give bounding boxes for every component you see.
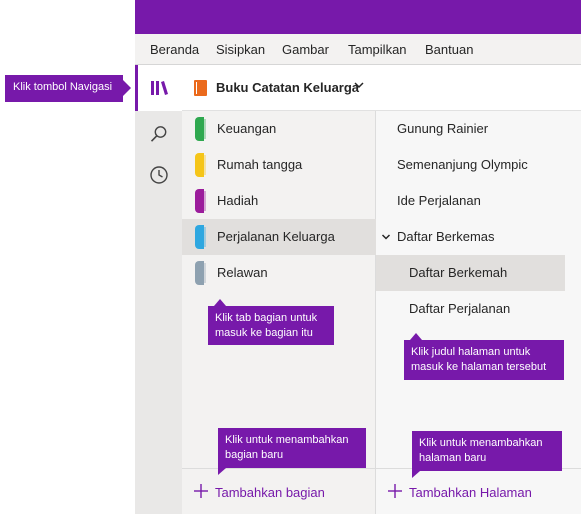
section-color-tab — [195, 117, 206, 141]
search-button[interactable] — [135, 111, 182, 157]
callout-text: Klik tab bagian untuk masuk ke bagian it… — [215, 312, 318, 339]
page-item-group[interactable]: Daftar Berkemas — [376, 219, 565, 255]
plus-icon — [388, 484, 402, 498]
callout-text: Klik judul halaman untuk masuk ke halama… — [411, 346, 547, 373]
section-color-tab — [195, 261, 206, 285]
section-label: Perjalanan Keluarga — [217, 229, 335, 244]
page-label: Semenanjung Olympic — [397, 157, 528, 172]
recent-button[interactable] — [135, 152, 182, 198]
page-item[interactable]: Semenanjung Olympic — [376, 147, 565, 183]
menu-view[interactable]: Tampilkan — [348, 42, 407, 57]
plus-icon — [194, 484, 208, 498]
page-label: Gunung Rainier — [397, 121, 489, 136]
callout-text: Klik untuk menambahkan bagian baru — [225, 434, 349, 461]
page-label: Ide Perjalanan — [397, 193, 481, 208]
page-label: Daftar Berkemah — [409, 265, 508, 280]
page-item[interactable]: Gunung Rainier — [376, 111, 565, 147]
callout-section-tab: Klik tab bagian untuk masuk ke bagian it… — [208, 299, 334, 345]
menu-home[interactable]: Beranda — [150, 42, 199, 57]
section-tab-selected[interactable]: Perjalanan Keluarga — [182, 219, 376, 255]
menu-help[interactable]: Bantuan — [425, 42, 473, 57]
section-tab[interactable]: Relawan — [182, 255, 376, 291]
page-label: Daftar Berkemas — [397, 229, 495, 244]
chevron-down-icon[interactable] — [381, 232, 391, 242]
callout-arrow — [218, 468, 226, 475]
section-color-tab — [195, 153, 206, 177]
ribbon-menu: Beranda Sisipkan Gambar Tampilkan Bantua… — [135, 34, 581, 65]
add-page-label: Tambahkan Halaman — [409, 485, 532, 500]
search-icon — [150, 126, 166, 142]
section-label: Relawan — [217, 265, 268, 280]
title-bar — [135, 0, 581, 34]
menu-draw[interactable]: Gambar — [282, 42, 329, 57]
page-item-selected[interactable]: Daftar Berkemah — [376, 255, 565, 291]
recent-icon — [149, 166, 168, 184]
add-section-button[interactable]: Tambahkan bagian — [182, 468, 376, 514]
navigation-rail — [135, 65, 182, 514]
callout-page-title: Klik judul halaman untuk masuk ke halama… — [404, 333, 564, 380]
chevron-down-icon[interactable] — [353, 79, 365, 91]
library-icon — [151, 81, 168, 95]
section-color-tab — [195, 225, 206, 249]
callout-arrow — [214, 299, 226, 306]
callout-text: Klik tombol Navigasi — [13, 81, 113, 93]
add-page-button[interactable]: Tambahkan Halaman — [376, 468, 581, 514]
navigation-button[interactable] — [135, 65, 182, 111]
section-tab[interactable]: Hadiah — [182, 183, 376, 219]
section-tab[interactable]: Keuangan — [182, 111, 376, 147]
page-label: Daftar Perjalanan — [409, 301, 511, 316]
section-label: Rumah tangga — [217, 157, 303, 172]
callout-add-section: Klik untuk menambahkan bagian baru — [218, 428, 366, 475]
section-color-tab — [195, 189, 206, 213]
menu-insert[interactable]: Sisipkan — [216, 42, 265, 57]
callout-text: Klik untuk menambahkan halaman baru — [419, 437, 543, 464]
section-label: Hadiah — [217, 193, 259, 208]
add-section-label: Tambahkan bagian — [215, 485, 325, 500]
notebook-icon — [194, 80, 207, 96]
section-tab[interactable]: Rumah tangga — [182, 147, 376, 183]
notebook-title[interactable]: Buku Catatan Keluarga — [216, 80, 359, 95]
notebook-selector[interactable]: Buku Catatan Keluarga — [182, 65, 581, 111]
callout-navigation: Klik tombol Navigasi — [5, 75, 131, 102]
page-item[interactable]: Ide Perjalanan — [376, 183, 565, 219]
page-item[interactable]: Daftar Perjalanan — [376, 291, 565, 327]
callout-add-page: Klik untuk menambahkan halaman baru — [412, 431, 562, 478]
section-label: Keuangan — [217, 121, 277, 136]
callout-arrow — [123, 80, 131, 96]
callout-arrow — [412, 471, 420, 478]
callout-arrow — [410, 333, 422, 340]
